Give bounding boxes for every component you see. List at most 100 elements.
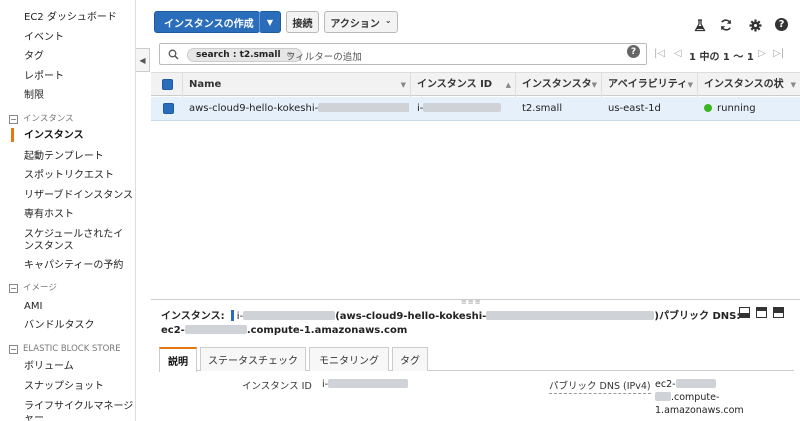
redacted-block <box>318 103 409 112</box>
sidebar-item-scheduled-instances-line2[interactable]: ンスタンス <box>24 240 74 253</box>
layout-bottom-icon[interactable] <box>739 307 750 318</box>
search-input[interactable]: フィルターの追加 <box>286 49 362 63</box>
collapse-toggle-icon[interactable]: − <box>9 115 18 124</box>
sidebar-item-reports[interactable]: レポート <box>24 70 64 83</box>
field-label-instance-id: インスタンス ID <box>242 381 312 392</box>
search-icon <box>168 49 179 60</box>
column-header-name[interactable]: Name ▼ <box>183 73 411 97</box>
detail-instance-summary: インスタンス: i- (aws-cloud9-hello-kokeshi-) <box>161 307 659 322</box>
section-header-label: イメージ <box>23 283 57 293</box>
sidebar-item-snapshots[interactable]: スナップショット <box>24 380 104 393</box>
redacted-block <box>675 379 716 388</box>
field-label-public-dns-ipv4: パブリック DNS (IPv4) <box>549 378 651 394</box>
sidebar: EC2 ダッシュボード イベント タグ レポート 制限 − インスタンス インスタ… <box>0 0 136 421</box>
redacted-block <box>423 103 502 112</box>
tab-status-checks[interactable]: ステータスチェック <box>200 347 306 371</box>
table-row[interactable]: aws-cloud9-hello-kokeshi- i- t2.small us… <box>151 97 800 121</box>
sidebar-item-ec2-dashboard[interactable]: EC2 ダッシュボード <box>24 11 117 24</box>
prev-page-icon[interactable]: ◁ <box>674 48 682 59</box>
dns-prefix: ec2- <box>161 325 185 336</box>
sidebar-item-tags[interactable]: タグ <box>24 50 44 63</box>
sort-icon: ▼ <box>790 81 796 89</box>
active-indicator <box>11 128 14 142</box>
tab-tags[interactable]: タグ <box>392 347 428 371</box>
collapse-toggle-icon[interactable]: − <box>9 345 18 354</box>
launch-dropdown-button[interactable]: ▼ <box>259 11 281 33</box>
detail-dns-summary: ec2- .compute-1.amazonaws.com <box>161 325 407 336</box>
next-page-icon[interactable]: ▷ <box>758 48 766 59</box>
launch-instance-label: インスタンスの作成 <box>164 18 254 30</box>
sidebar-item-events[interactable]: イベント <box>24 31 64 44</box>
dns-line3: 1.amazonaws.com <box>655 405 744 416</box>
search-filter-token[interactable]: search : t2.small ⊗ <box>187 48 303 62</box>
sort-icon: ▼ <box>687 81 693 89</box>
column-label: インスタンスの状 <box>704 79 784 90</box>
sidebar-item-launch-templates[interactable]: 起動テンプレート <box>24 150 104 163</box>
layout-top-icon[interactable] <box>773 307 784 318</box>
column-header-instance-id[interactable]: インスタンス ID ▲ <box>411 73 516 97</box>
column-header-instance-type[interactable]: インスタンスタ ▼ <box>516 73 602 97</box>
select-all-checkbox[interactable] <box>162 79 173 90</box>
last-page-icon[interactable]: ▷| <box>773 48 784 59</box>
instance-name-prefix: (aws-cloud9-hello-kokeshi- <box>335 311 487 322</box>
filter-help-icon[interactable]: ? <box>627 45 640 58</box>
refresh-icon[interactable] <box>719 18 733 32</box>
cell-availability-zone: us-east-1d <box>608 103 661 114</box>
chevron-left-icon: ◀ <box>139 55 146 65</box>
sidebar-item-reserved-instances[interactable]: リザーブドインスタンス <box>24 189 133 202</box>
pagination-text: 1 中の 1 ～ 1 <box>689 52 754 63</box>
sidebar-item-instances[interactable]: インスタンス <box>24 129 84 142</box>
redacted-block <box>328 379 409 388</box>
actions-label: アクション <box>330 18 380 30</box>
table-header: Name ▼ インスタンス ID ▲ インスタンスタ ▼ アベイラビリティ ▼ … <box>151 72 800 97</box>
gear-icon[interactable] <box>748 18 762 32</box>
redacted-block <box>184 325 247 334</box>
sidebar-item-ami[interactable]: AMI <box>24 300 42 313</box>
section-header-instances[interactable]: − インスタンス <box>9 114 74 125</box>
row-checkbox[interactable] <box>163 103 174 114</box>
column-header-instance-state[interactable]: インスタンスの状 ▼ <box>698 73 800 97</box>
drag-handle-icon[interactable]: ≡≡≡ <box>461 298 482 306</box>
section-header-ebs[interactable]: − ELASTIC BLOCK STORE <box>9 344 121 355</box>
dns-line2: .compute- <box>671 392 720 403</box>
section-header-images[interactable]: − イメージ <box>9 283 57 294</box>
redacted-block <box>655 392 671 401</box>
cell-name: aws-cloud9-hello-kokeshi- <box>189 97 409 121</box>
field-value-public-dns-ipv4: ec2- .compute- 1.amazonaws.com <box>655 378 744 417</box>
column-label: インスタンス ID <box>417 79 493 90</box>
first-page-icon[interactable]: |◁ <box>654 48 665 59</box>
sidebar-item-lifecycle-manager-line2[interactable]: ャー <box>24 412 44 421</box>
actions-button[interactable]: アクション ⌄ <box>324 11 398 33</box>
cell-instance-state: running <box>704 97 799 121</box>
sidebar-item-dedicated-hosts[interactable]: 専有ホスト <box>24 208 74 221</box>
sort-icon: ▼ <box>591 81 597 89</box>
sidebar-item-limits[interactable]: 制限 <box>24 89 44 102</box>
section-header-label: インスタンス <box>23 114 74 124</box>
connect-button[interactable]: 接続 <box>286 11 319 33</box>
flask-icon[interactable] <box>693 18 707 32</box>
search-filter-box[interactable]: search : t2.small ⊗ フィルターの追加 <box>159 43 647 65</box>
dns-line1: ec2- <box>655 379 676 390</box>
sort-icon: ▲ <box>505 81 511 89</box>
column-header-availability-zone[interactable]: アベイラビリティ ▼ <box>602 73 698 97</box>
redacted-block <box>486 311 655 320</box>
tab-description[interactable]: 説明 <box>159 347 197 372</box>
state-text: running <box>717 103 756 114</box>
help-icon[interactable]: ? <box>775 18 788 31</box>
collapse-toggle-icon[interactable]: − <box>9 284 18 293</box>
sidebar-item-spot-requests[interactable]: スポットリクエスト <box>24 169 114 182</box>
status-running-icon <box>704 104 712 112</box>
sidebar-item-volumes[interactable]: ボリューム <box>24 360 74 373</box>
select-all-cell <box>151 73 183 97</box>
redacted-block <box>243 311 336 320</box>
layout-split-icon[interactable] <box>756 307 767 318</box>
sidebar-item-bundle-tasks[interactable]: バンドルタスク <box>24 319 95 332</box>
sidebar-collapse-button[interactable]: ◀ <box>136 48 150 72</box>
launch-instance-button[interactable]: インスタンスの作成 <box>154 11 260 33</box>
cell-instance-id: i- <box>417 97 513 121</box>
cell-instance-type: t2.small <box>522 103 563 114</box>
main-content: インスタンスの作成 ▼ 接続 アクション ⌄ ? search : t2.sma… <box>151 0 800 421</box>
sidebar-item-capacity-reservations[interactable]: キャパシティーの予約 <box>24 259 123 272</box>
tab-monitoring[interactable]: モニタリング <box>309 347 389 371</box>
caret-down-icon: ▼ <box>266 17 274 27</box>
